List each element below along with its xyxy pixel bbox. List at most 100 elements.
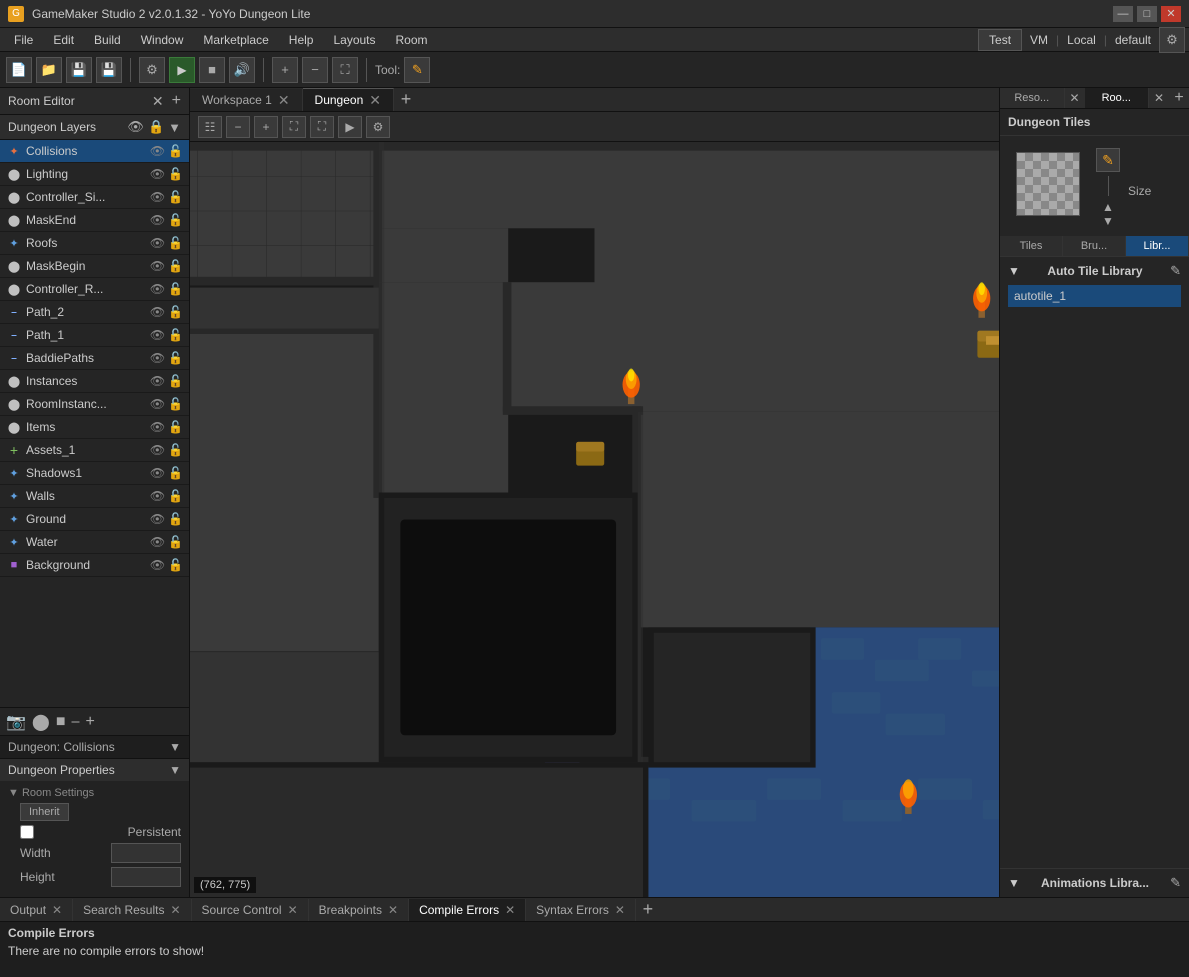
layer-lock-ground[interactable]: 🔓	[168, 512, 183, 526]
layer-instances[interactable]: ⬤ Instances 👁 🔓	[0, 370, 189, 393]
layer-path1[interactable]: ⎯ Path_1 👁 🔓	[0, 324, 189, 347]
rp-resources-close[interactable]: ✕	[1065, 88, 1085, 108]
layer-lock-cr[interactable]: 🔓	[168, 282, 183, 296]
layer-eye-path1[interactable]: 👁	[150, 328, 165, 342]
bottom-tab-add[interactable]: +	[636, 898, 660, 922]
save-all-button[interactable]: 💾	[96, 57, 122, 83]
layer-items[interactable]: ⬤ Items 👁 🔓	[0, 416, 189, 439]
close-button[interactable]: ✕	[1161, 6, 1181, 22]
layer-eye-maskbegin[interactable]: 👁	[150, 259, 165, 273]
menu-layouts[interactable]: Layouts	[323, 31, 385, 49]
subtab-tiles[interactable]: Tiles	[1000, 236, 1063, 256]
rp-room-close[interactable]: ✕	[1149, 88, 1169, 108]
layer-shadows1[interactable]: ✦ Shadows1 👁 🔓	[0, 462, 189, 485]
tab-workspace1-close[interactable]: ✕	[278, 93, 290, 107]
btab-ce-close[interactable]: ✕	[505, 903, 515, 917]
layer-eye-lighting[interactable]: 👁	[150, 167, 165, 181]
rp-add-button[interactable]: +	[1169, 88, 1189, 108]
layer-eye-shadows1[interactable]: 👁	[150, 466, 165, 480]
layer-lock-path1[interactable]: 🔓	[168, 328, 183, 342]
zoom-in-editor[interactable]: +	[254, 116, 278, 138]
layer-assets1[interactable]: + Assets_1 👁 🔓	[0, 439, 189, 462]
zoom-in-button[interactable]: +	[272, 57, 298, 83]
menu-help[interactable]: Help	[279, 31, 324, 49]
autotile-edit-icon[interactable]: ✎	[1170, 263, 1181, 279]
layer-roominstances[interactable]: ⬤ RoomInstanc... 👁 🔓	[0, 393, 189, 416]
layer-lock-baddiepaths[interactable]: 🔓	[168, 351, 183, 365]
add-layer-circle-btn[interactable]: ⬤	[32, 712, 50, 732]
layer-eye-assets1[interactable]: 👁	[150, 443, 165, 457]
play-preview-button[interactable]: ▶	[338, 116, 362, 138]
layer-lock-maskbegin[interactable]: 🔓	[168, 259, 183, 273]
menu-window[interactable]: Window	[131, 31, 194, 49]
layer-background[interactable]: ■ Background 👁 🔓	[0, 554, 189, 577]
tab-workspace1[interactable]: Workspace 1 ✕	[190, 89, 303, 111]
add-layer-tile-btn[interactable]: ■	[56, 713, 66, 731]
layer-controller-r[interactable]: ⬤ Controller_R... 👁 🔓	[0, 278, 189, 301]
layer-collisions[interactable]: ✦ Collisions 👁 🔓	[0, 140, 189, 163]
add-layer-btn[interactable]: +	[86, 713, 95, 731]
layer-lock-shadows1[interactable]: 🔓	[168, 466, 183, 480]
btab-sc-close[interactable]: ✕	[288, 903, 298, 917]
eye-icon[interactable]: 👁	[127, 119, 144, 135]
btab-compile-errors[interactable]: Compile Errors ✕	[409, 899, 526, 921]
compile-button[interactable]: ⚙	[139, 57, 165, 83]
zoom-reset-editor[interactable]: ⛶	[282, 116, 306, 138]
layer-path2[interactable]: ⎯ Path_2 👁 🔓	[0, 301, 189, 324]
open-button[interactable]: 📁	[36, 57, 62, 83]
layer-controller-si[interactable]: ⬤ Controller_Si... 👁 🔓	[0, 186, 189, 209]
layer-eye-ri[interactable]: 👁	[150, 397, 165, 411]
btab-bp-close[interactable]: ✕	[388, 903, 398, 917]
zoom-out-editor[interactable]: −	[226, 116, 250, 138]
btab-se-close[interactable]: ✕	[615, 903, 625, 917]
tab-add-button[interactable]: +	[394, 88, 418, 111]
layer-lock-path2[interactable]: 🔓	[168, 305, 183, 319]
layer-lock-walls[interactable]: 🔓	[168, 489, 183, 503]
layer-ground[interactable]: ✦ Ground 👁 🔓	[0, 508, 189, 531]
layer-lock-maskend[interactable]: 🔓	[168, 213, 183, 227]
size-down-arrow[interactable]: ▼	[1102, 214, 1114, 228]
lock-icon[interactable]: 🔒	[148, 119, 164, 135]
btab-output-close[interactable]: ✕	[52, 903, 62, 917]
expand-icon[interactable]: ▼	[168, 120, 181, 135]
width-input[interactable]: 2048	[111, 843, 181, 863]
layer-lock-items[interactable]: 🔓	[168, 420, 183, 434]
inherit-button[interactable]: Inherit	[20, 803, 69, 821]
layer-lock-background[interactable]: 🔓	[168, 558, 183, 572]
size-up-arrow[interactable]: ▲	[1102, 200, 1114, 214]
rp-tab-resources[interactable]: Reso...	[1000, 88, 1065, 108]
clean-button[interactable]: 🔊	[229, 57, 255, 83]
layer-lock-lighting[interactable]: 🔓	[168, 167, 183, 181]
btab-output[interactable]: Output ✕	[0, 899, 73, 921]
layer-lock-water[interactable]: 🔓	[168, 535, 183, 549]
autotile-item-1[interactable]: autotile_1	[1008, 285, 1181, 307]
run-button[interactable]: ▶	[169, 57, 195, 83]
settings-button[interactable]: ⚙	[1159, 27, 1185, 53]
btab-syntax-errors[interactable]: Syntax Errors ✕	[526, 899, 636, 921]
pencil-tool[interactable]: ✎	[404, 57, 430, 83]
layer-lock-ri[interactable]: 🔓	[168, 397, 183, 411]
debug-button[interactable]: ■	[199, 57, 225, 83]
layer-water[interactable]: ✦ Water 👁 🔓	[0, 531, 189, 554]
layer-walls[interactable]: ✦ Walls 👁 🔓	[0, 485, 189, 508]
layer-eye-baddiepaths[interactable]: 👁	[150, 351, 165, 365]
layer-eye-cr[interactable]: 👁	[150, 282, 165, 296]
menu-marketplace[interactable]: Marketplace	[193, 31, 278, 49]
persistent-checkbox[interactable]	[20, 825, 34, 839]
layer-eye-csi[interactable]: 👁	[150, 190, 165, 204]
layer-lock-collisions[interactable]: 🔓	[168, 144, 183, 158]
layer-eye-instances[interactable]: 👁	[150, 374, 165, 388]
layer-maskbegin[interactable]: ⬤ MaskBegin 👁 🔓	[0, 255, 189, 278]
anim-edit-icon[interactable]: ✎	[1170, 875, 1181, 891]
layer-eye-path2[interactable]: 👁	[150, 305, 165, 319]
fullscreen-button[interactable]: ⛶	[310, 116, 334, 138]
zoom-out-button[interactable]: −	[302, 57, 328, 83]
layer-baddiepaths[interactable]: ⎯ BaddiePaths 👁 🔓	[0, 347, 189, 370]
subtab-brush[interactable]: Bru...	[1063, 236, 1126, 256]
layer-eye-collisions[interactable]: 👁	[150, 144, 165, 158]
layer-eye-roofs[interactable]: 👁	[150, 236, 165, 250]
add-layer-img-btn[interactable]: 📷	[6, 712, 26, 732]
layer-eye-walls[interactable]: 👁	[150, 489, 165, 503]
menu-room[interactable]: Room	[386, 31, 438, 49]
new-button[interactable]: 📄	[6, 57, 32, 83]
